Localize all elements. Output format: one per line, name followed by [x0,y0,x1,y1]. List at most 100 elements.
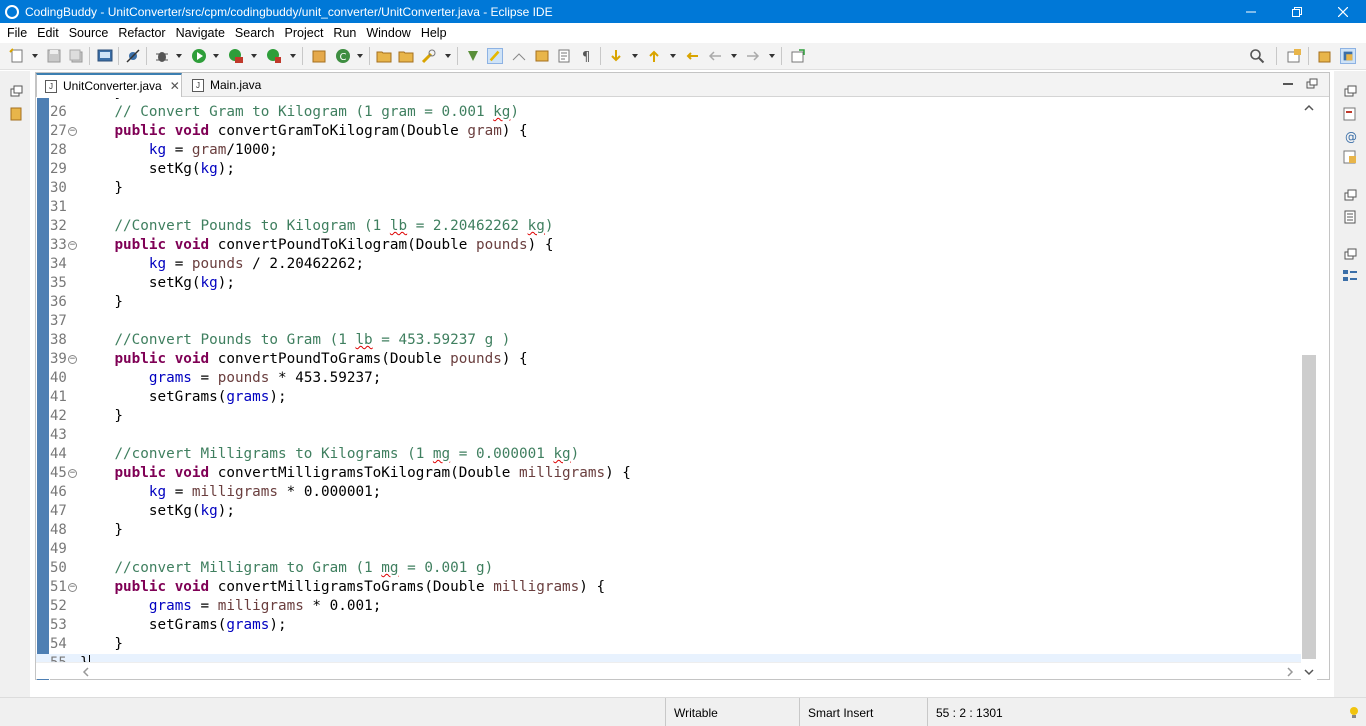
code-line[interactable]: 35 setKg(kg); [36,274,1301,293]
toggle-block-selection-icon[interactable] [511,48,527,64]
tip-lightbulb-icon[interactable] [1348,706,1360,720]
code-line[interactable]: 51− public void convertMilligramsToGrams… [36,578,1301,597]
vertical-scroll-thumb[interactable] [1302,355,1316,659]
code-line[interactable]: 39− public void convertPoundToGrams(Doub… [36,350,1301,369]
debug-icon[interactable] [154,48,170,64]
last-edit-location-icon[interactable] [684,48,700,64]
open-type-icon[interactable] [376,48,392,64]
code-line[interactable]: 48 } [36,521,1301,540]
tab-main-java[interactable]: J Main.java [184,73,294,97]
code-line[interactable]: 28 kg = gram/1000; [36,141,1301,160]
code-text[interactable]: } [80,179,123,198]
new-class-icon[interactable]: C [335,48,351,64]
minimize-button[interactable] [1228,0,1274,23]
declaration-icon[interactable] [1342,150,1358,164]
search-tool-icon[interactable] [421,48,437,64]
code-text[interactable]: //convert Milligrams to Kilograms (1 mg … [80,445,579,464]
scroll-down-icon[interactable] [1304,668,1314,676]
menu-edit[interactable]: Edit [33,26,63,40]
console-icon[interactable] [1342,210,1358,224]
code-line[interactable]: 27− public void convertGramToKilogram(Do… [36,122,1301,141]
menu-help[interactable]: Help [417,26,451,40]
close-window-button[interactable] [1320,0,1366,23]
next-annotation-icon[interactable] [608,48,624,64]
code-line[interactable]: 47 setKg(kg); [36,502,1301,521]
horizontal-scrollbar[interactable] [36,662,1301,679]
code-line[interactable]: 52 grams = milligrams * 0.001; [36,597,1301,616]
restore-view-icon[interactable] [8,85,24,99]
save-icon[interactable] [46,48,62,64]
code-line[interactable]: 41 setGrams(grams); [36,388,1301,407]
scroll-up-icon[interactable] [1304,104,1314,112]
code-line[interactable]: 31 [36,198,1301,217]
fold-toggle-icon[interactable]: − [68,355,77,364]
code-text[interactable]: //Convert Pounds to Kilogram (1 lb = 2.2… [80,217,553,236]
code-line[interactable]: 46 kg = milligrams * 0.000001; [36,483,1301,502]
previous-annotation-icon[interactable] [646,48,662,64]
code-line[interactable]: 29 setKg(kg); [36,160,1301,179]
new-file-icon[interactable] [9,48,25,64]
fold-toggle-icon[interactable]: − [68,127,77,136]
search-icon[interactable] [1249,48,1265,64]
scroll-right-icon[interactable] [1286,667,1294,677]
javadoc-icon[interactable]: @ [1342,129,1358,143]
code-line[interactable]: 53 setGrams(grams); [36,616,1301,635]
code-line[interactable]: 49 [36,540,1301,559]
menu-source[interactable]: Source [65,26,113,40]
code-line[interactable]: 36 } [36,293,1301,312]
open-perspective-icon[interactable] [1286,48,1302,64]
fold-toggle-icon[interactable]: − [68,469,77,478]
menu-project[interactable]: Project [281,26,328,40]
toggle-mark-occurrences-icon[interactable] [465,48,481,64]
code-text[interactable]: setKg(kg); [80,274,235,293]
code-text[interactable]: kg = gram/1000; [80,141,278,160]
code-text[interactable]: setKg(kg); [80,502,235,521]
show-whitespace-icon[interactable] [534,48,550,64]
code-line[interactable]: 44 //convert Milligrams to Kilograms (1 … [36,445,1301,464]
code-line[interactable]: 43 [36,426,1301,445]
insert-mode-status[interactable]: Smart Insert [799,698,927,726]
package-explorer-icon[interactable] [8,107,24,121]
coverage-icon[interactable] [228,48,244,64]
code-line[interactable]: 40 grams = pounds * 453.59237; [36,369,1301,388]
tab-unitconverter-java[interactable]: J UnitConverter.java ✕ [36,73,182,97]
skip-breakpoints-icon[interactable] [125,48,141,64]
pilcrow-icon[interactable]: ¶ [579,48,595,64]
code-text[interactable]: //convert Milligram to Gram (1 mg = 0.00… [80,559,493,578]
code-text[interactable]: kg = pounds / 2.20462262; [80,255,364,274]
code-editor[interactable]: 25 }26 // Convert Gram to Kilogram (1 gr… [36,98,1301,680]
code-text[interactable]: setKg(kg); [80,160,235,179]
open-task-icon[interactable] [398,48,414,64]
fold-toggle-icon[interactable]: − [68,241,77,250]
code-text[interactable]: setGrams(grams); [80,388,287,407]
menu-refactor[interactable]: Refactor [114,26,169,40]
code-text[interactable]: public void convertPoundToKilogram(Doubl… [80,236,553,255]
pin-editor-icon[interactable] [790,48,806,64]
code-line[interactable]: 37 [36,312,1301,331]
code-line[interactable]: 42 } [36,407,1301,426]
task-list-icon[interactable] [1342,107,1358,121]
menu-run[interactable]: Run [329,26,360,40]
code-text[interactable]: public void convertMilligramsToGrams(Dou… [80,578,605,597]
new-package-icon[interactable] [311,48,327,64]
code-text[interactable]: } [80,521,123,540]
code-line[interactable]: 50 //convert Milligram to Gram (1 mg = 0… [36,559,1301,578]
code-line[interactable]: 26 // Convert Gram to Kilogram (1 gram =… [36,103,1301,122]
close-tab-icon[interactable]: ✕ [170,79,180,93]
debug-perspective-icon[interactable] [1317,48,1333,64]
code-text[interactable]: grams = pounds * 453.59237; [80,369,381,388]
fold-toggle-icon[interactable]: − [68,583,77,592]
restore-view-icon[interactable] [1342,248,1358,262]
minimize-editor-icon[interactable] [1282,79,1294,89]
code-line[interactable]: 38 //Convert Pounds to Gram (1 lb = 453.… [36,331,1301,350]
restore-view-icon[interactable] [1342,189,1358,203]
code-line[interactable]: 32 //Convert Pounds to Kilogram (1 lb = … [36,217,1301,236]
menu-search[interactable]: Search [231,26,279,40]
toggle-highlight-icon[interactable] [487,48,503,64]
back-icon[interactable] [707,48,723,64]
code-text[interactable]: grams = milligrams * 0.001; [80,597,381,616]
code-text[interactable]: public void convertMilligramsToKilogram(… [80,464,630,483]
code-text[interactable]: kg = milligrams * 0.000001; [80,483,381,502]
restore-view-icon[interactable] [1342,85,1358,99]
code-line[interactable]: 33− public void convertPoundToKilogram(D… [36,236,1301,255]
